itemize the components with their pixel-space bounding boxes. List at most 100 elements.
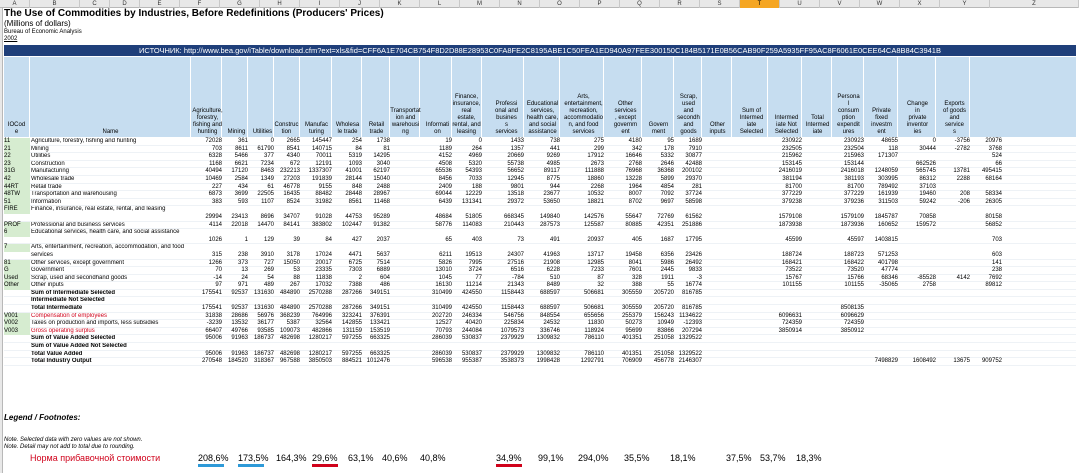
column-header-d[interactable]: D	[110, 0, 140, 8]
cell-value[interactable]: 171307	[866, 153, 898, 161]
cell-value[interactable]: 1158443	[490, 290, 524, 298]
cell-value[interactable]: 13	[226, 267, 248, 275]
cell-value[interactable]: 58334	[972, 191, 1002, 199]
cell-value[interactable]: 49766	[226, 328, 248, 336]
cell-value[interactable]: 1266	[194, 260, 222, 268]
cell-value[interactable]: 72028	[194, 138, 222, 146]
cell-value[interactable]: 1280217	[302, 351, 332, 359]
surplus-rate-value[interactable]: 173,5%	[238, 453, 269, 463]
column-header-x[interactable]: X	[900, 0, 940, 8]
cell-value[interactable]: 5466	[226, 153, 248, 161]
cell-value[interactable]: 6228	[526, 267, 560, 275]
cell-value[interactable]: 786110	[564, 335, 604, 343]
table-row[interactable]: V002 Taxes on production and imports, les…	[4, 320, 1076, 328]
cell-value[interactable]: 786110	[564, 351, 604, 359]
cell-value[interactable]: 456778	[644, 358, 674, 366]
cell-value[interactable]: 36368	[644, 168, 674, 176]
table-row[interactable]: 22 Utilities 6328 5466 377 4340 70011 5319 14295…	[4, 153, 1076, 161]
cell-value[interactable]: 1738	[364, 138, 390, 146]
cell-value[interactable]: 188	[452, 184, 482, 192]
cell-value[interactable]: 8524	[274, 199, 300, 207]
cell-value[interactable]: 7692	[972, 275, 1002, 283]
column-header-o[interactable]: O	[540, 0, 580, 8]
cell-value[interactable]: 530837	[452, 351, 482, 359]
cell-value[interactable]: 434	[226, 184, 248, 192]
cell-value[interactable]: 1403815	[866, 237, 898, 245]
cell-value[interactable]: 2584	[226, 176, 248, 184]
cell-value[interactable]: 530837	[452, 335, 482, 343]
cell-value[interactable]: 3850912	[834, 328, 864, 336]
row-code[interactable]: PROF	[4, 221, 30, 230]
column-header-u[interactable]: U	[780, 0, 820, 8]
cell-value[interactable]: 24307	[490, 252, 524, 260]
cell-value[interactable]: 77	[452, 275, 482, 283]
cell-value[interactable]: 2	[334, 275, 362, 283]
cell-value[interactable]: 1093	[334, 161, 362, 169]
cell-value[interactable]: 50273	[610, 320, 642, 328]
cell-value[interactable]: 1292791	[564, 358, 604, 366]
row-header-strip[interactable]	[0, 8, 3, 473]
cell-value[interactable]: 65	[424, 237, 452, 245]
row-code[interactable]: 21	[4, 145, 30, 154]
cell-value[interactable]: 8489	[526, 282, 560, 290]
cell-value[interactable]: 3178	[274, 252, 300, 260]
cell-value[interactable]: 101155	[834, 282, 864, 290]
row-name[interactable]: Sum of Value Added Not Selected	[31, 343, 191, 351]
column-header-w[interactable]: W	[860, 0, 900, 8]
cell-value[interactable]: 58598	[676, 199, 702, 207]
cell-value[interactable]: 2379929	[490, 335, 524, 343]
cell-value[interactable]: 6439	[424, 199, 452, 207]
cell-value[interactable]: -14	[194, 275, 222, 283]
cell-value[interactable]: 91382	[364, 222, 390, 230]
cell-value[interactable]: 10949	[644, 320, 674, 328]
cell-value[interactable]: 56852	[972, 222, 1002, 230]
cell-value[interactable]: 1845787	[866, 214, 898, 222]
cell-value[interactable]: 405	[610, 237, 642, 245]
column-header-g[interactable]: G	[220, 0, 260, 8]
cell-value[interactable]: 205720	[644, 305, 674, 313]
row-name[interactable]: Professional and business services	[31, 222, 191, 230]
cell-value[interactable]: 1433	[490, 138, 524, 146]
cell-value[interactable]: 2445	[644, 267, 674, 275]
table-row[interactable]: Sum of Value Added Selected 95006 91963 186…	[4, 335, 1076, 344]
cell-value[interactable]: 4969	[452, 153, 482, 161]
cell-value[interactable]: 20669	[490, 153, 524, 161]
cell-value[interactable]: 1189	[424, 146, 452, 154]
cell-value[interactable]: 76968	[610, 168, 642, 176]
cell-value[interactable]: 73522	[772, 267, 802, 275]
cell-value[interactable]: 318367	[252, 358, 274, 366]
cell-value[interactable]: 323241	[334, 313, 362, 321]
cell-value[interactable]: 1	[226, 237, 248, 245]
cell-value[interactable]: 8702	[610, 199, 642, 207]
cell-value[interactable]: 789492	[866, 184, 898, 192]
column-header-j[interactable]: J	[340, 0, 380, 8]
table-row[interactable]: V003 Gross operating surplus 66407 49766 935…	[4, 327, 1076, 336]
cell-value[interactable]: 379238	[772, 199, 802, 207]
cell-value[interactable]: 16130	[424, 282, 452, 290]
cell-value[interactable]: 131630	[252, 305, 274, 313]
surplus-rate-value[interactable]: 99,1%	[538, 453, 564, 463]
cell-value[interactable]: 56976	[252, 313, 274, 321]
cell-value[interactable]: 251058	[644, 335, 674, 343]
cell-value[interactable]: 4508	[424, 161, 452, 169]
cell-value[interactable]: 1608492	[900, 358, 936, 366]
cell-value[interactable]: 603	[972, 252, 1002, 260]
cell-value[interactable]: 3699	[226, 191, 248, 199]
row-name[interactable]: Information	[31, 199, 191, 207]
cell-value[interactable]: 672	[274, 161, 300, 169]
cell-value[interactable]: 8775	[526, 176, 560, 184]
cell-value[interactable]: 281	[676, 184, 702, 192]
cell-value[interactable]: -85528	[900, 275, 936, 283]
cell-value[interactable]: 688597	[526, 305, 560, 313]
cell-value[interactable]: 7033	[452, 176, 482, 184]
row-name[interactable]: Manufacturing	[31, 168, 191, 176]
cell-value[interactable]: 604	[364, 275, 390, 283]
row-name[interactable]: Mining	[31, 146, 191, 154]
cell-value[interactable]: 88	[274, 275, 300, 283]
cell-value[interactable]: 153144	[834, 161, 864, 169]
cell-value[interactable]: 489	[252, 282, 274, 290]
row-name[interactable]: Agriculture, forestry, fishing and hunti…	[31, 138, 191, 146]
table-row[interactable]: Total Industry Output 270548 184520 318367 9…	[4, 358, 1076, 366]
cell-value[interactable]: 3910	[252, 252, 274, 260]
cell-value[interactable]: 159572	[900, 222, 936, 230]
